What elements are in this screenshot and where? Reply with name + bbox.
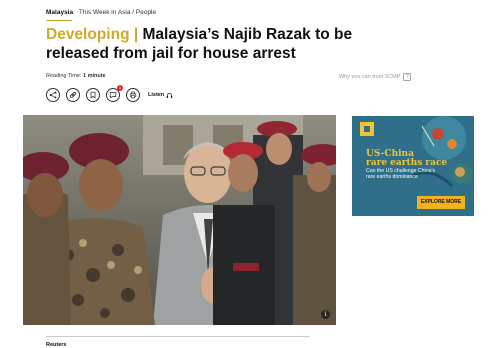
listen-label[interactable]: Listen [148, 92, 164, 98]
breadcrumb-underline [46, 20, 72, 21]
comment-icon [109, 92, 117, 99]
developing-kicker: Developing [46, 26, 130, 43]
reading-time: Reading Time: 1 minute [46, 73, 106, 79]
print-icon [129, 91, 137, 99]
copy-link-button[interactable] [66, 88, 80, 102]
ad-subtitle: Can the US challenge China's rare earths… [366, 168, 436, 180]
article-headline: Developing | Malaysia’s Najib Razak to b… [46, 25, 366, 63]
listen-button[interactable]: Listen [148, 92, 173, 99]
breadcrumb-topics-link[interactable]: This Week in Asia / People [79, 9, 156, 16]
headphones-icon[interactable] [166, 92, 173, 99]
photo-info-button[interactable]: i [321, 310, 330, 319]
caption-divider [46, 336, 310, 337]
ad-banner[interactable]: US-China rare earths race Can the US cha… [352, 116, 474, 216]
kicker-separator: | [129, 26, 143, 43]
comments-button[interactable]: 1 [106, 85, 123, 102]
print-button[interactable] [126, 88, 140, 102]
trust-link[interactable]: Why you can trust SCMP ? [339, 73, 412, 81]
photo-source: Reuters [46, 342, 67, 348]
share-button[interactable] [46, 88, 60, 102]
article-toolbar: 1 Listen [46, 85, 173, 102]
article-photo: i [23, 115, 336, 325]
link-icon [70, 92, 76, 98]
ad-title-line2: rare earths race [366, 158, 448, 168]
reading-time-label: Reading Time: [46, 73, 82, 79]
info-square-icon[interactable]: ? [403, 73, 412, 81]
bookmark-icon [90, 91, 96, 99]
explore-more-button[interactable]: EXPLORE MORE [417, 196, 465, 209]
share-icon [49, 91, 57, 99]
bookmark-button[interactable] [86, 88, 100, 102]
reading-time-value: 1 minute [83, 73, 106, 79]
ad-logo-icon [360, 122, 374, 136]
photo-illustration [23, 115, 336, 325]
breadcrumb-section-link[interactable]: Malaysia [46, 9, 73, 16]
ad-title: US-China rare earths race [366, 150, 447, 168]
breadcrumb: Malaysia This Week in Asia / People [46, 9, 156, 16]
trust-link-text[interactable]: Why you can trust SCMP [339, 74, 400, 80]
comment-count-badge: 1 [117, 85, 123, 91]
